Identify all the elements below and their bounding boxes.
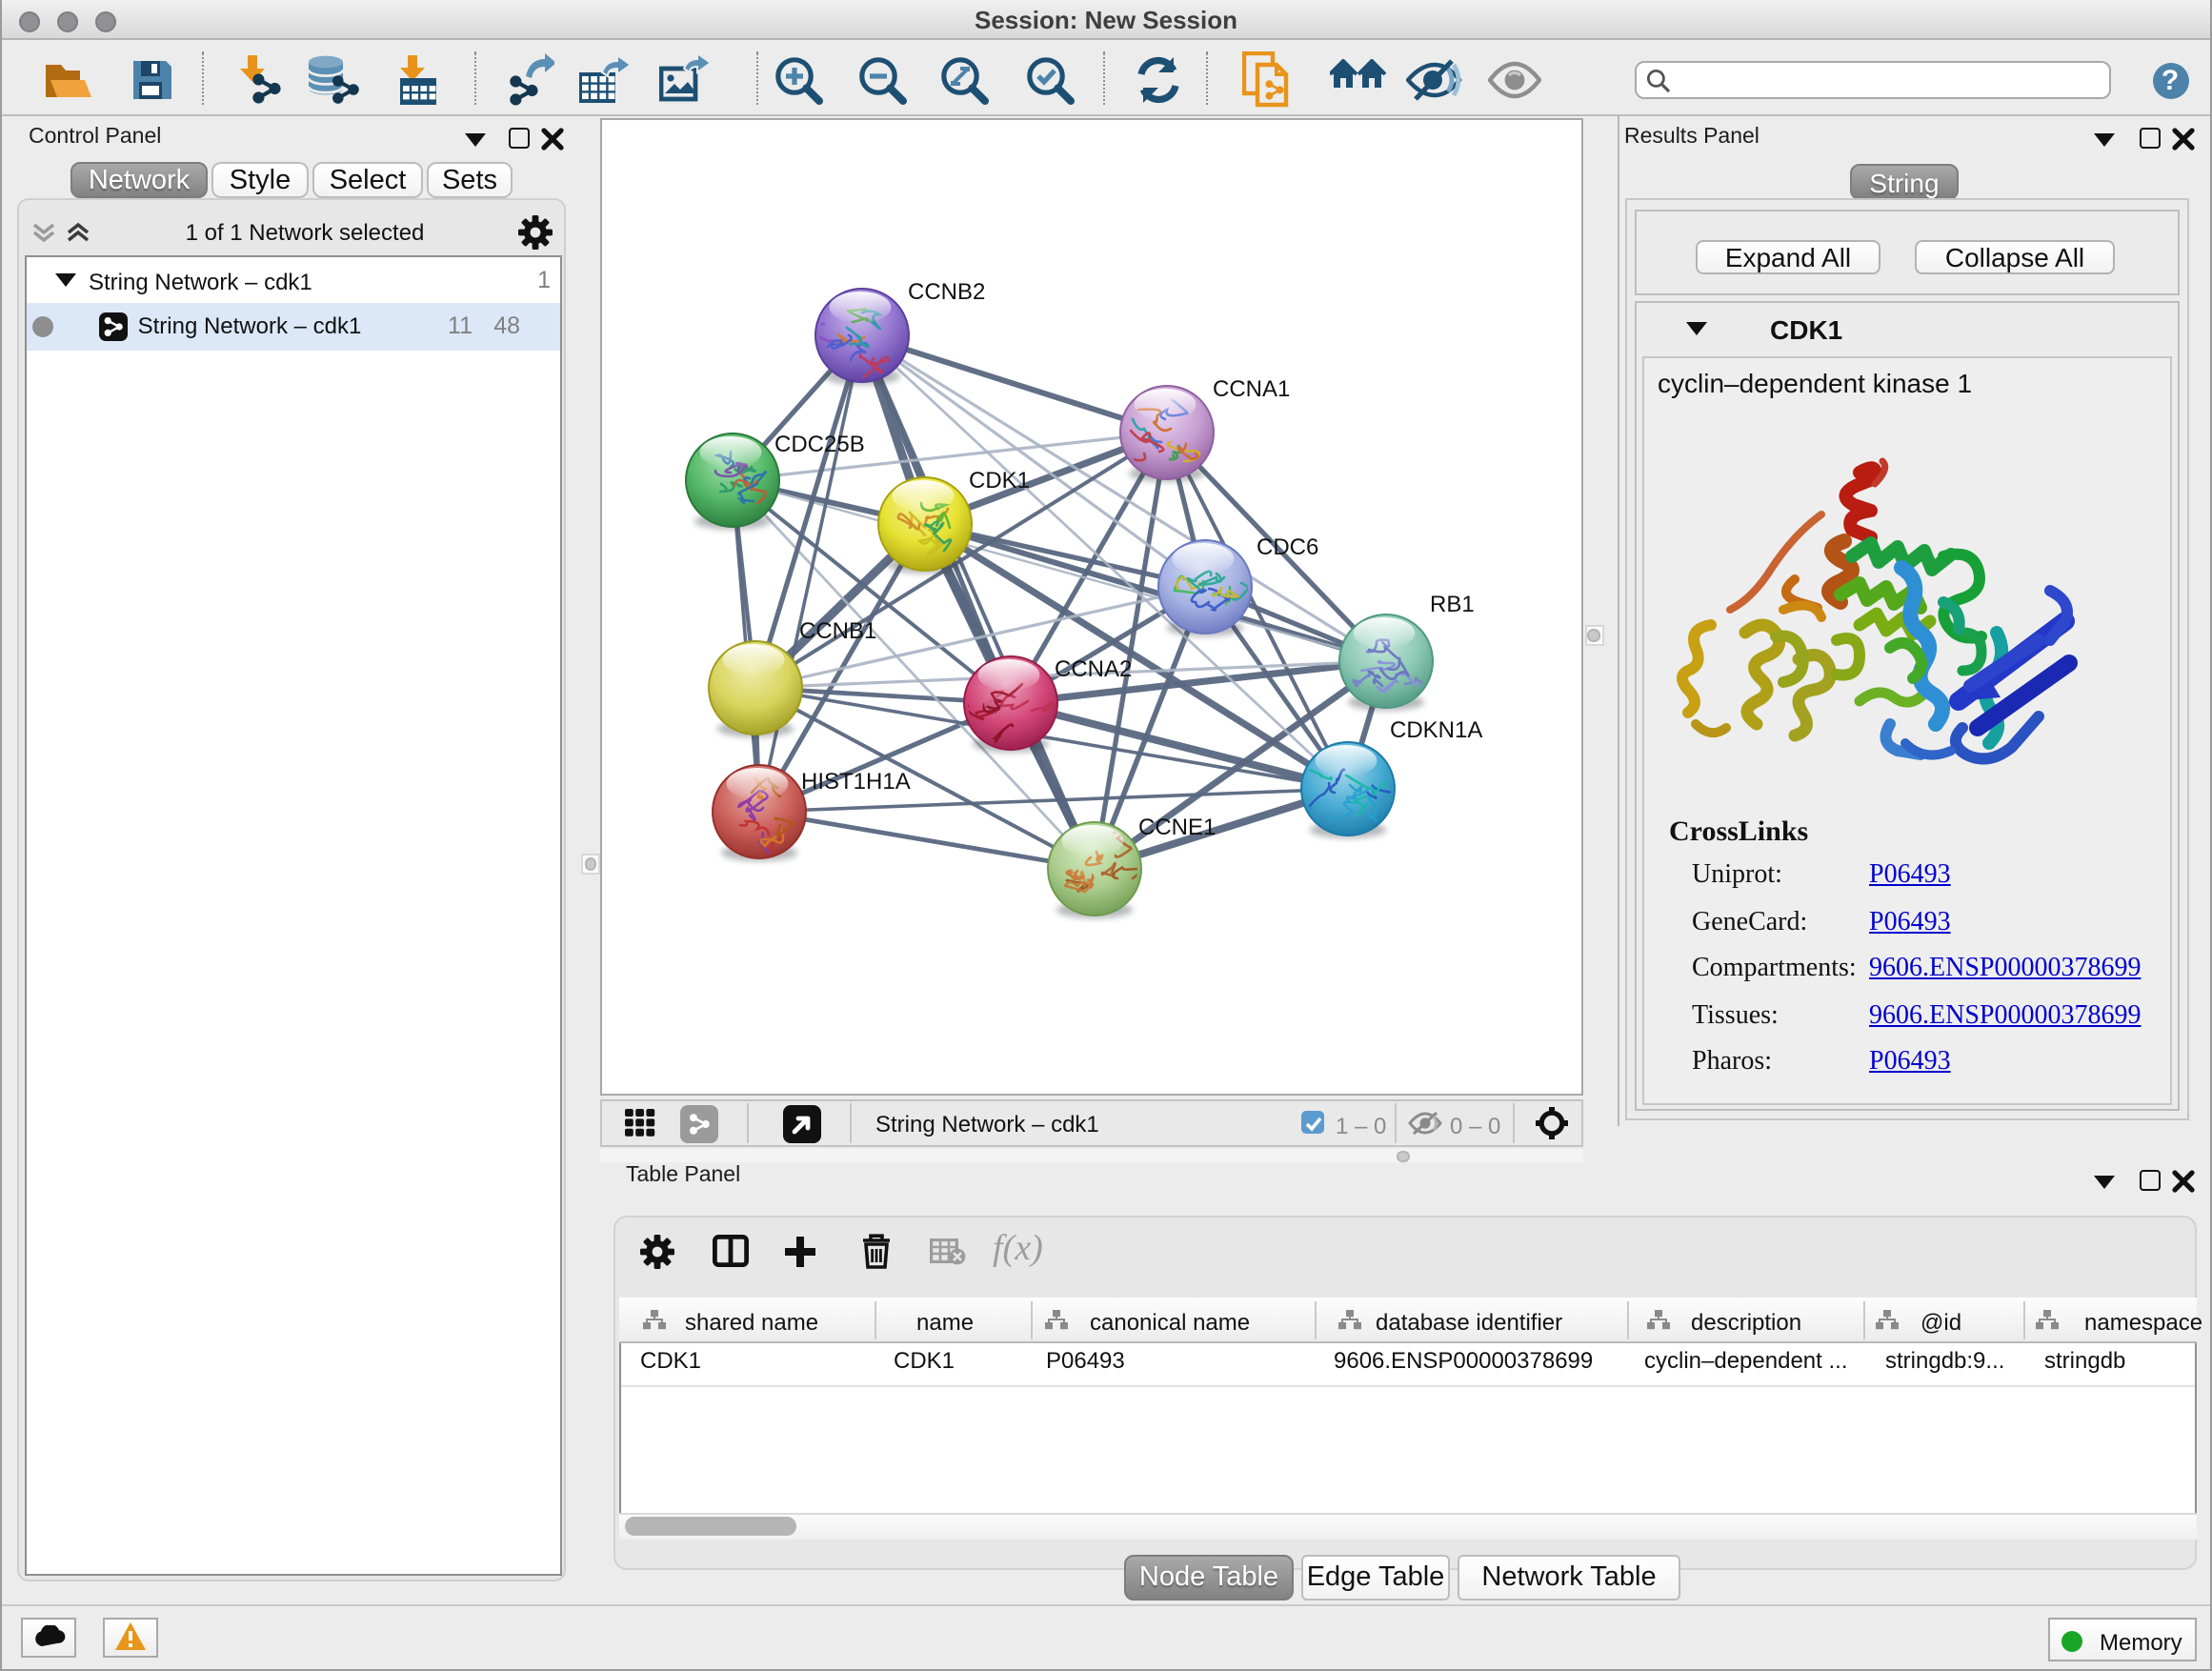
svg-text:CDK1: CDK1 xyxy=(968,468,1029,493)
svg-text:CDC6: CDC6 xyxy=(1256,534,1317,560)
svg-text:CDC25B: CDC25B xyxy=(774,432,864,457)
svg-text:HIST1H1A: HIST1H1A xyxy=(800,769,910,795)
svg-text:RB1: RB1 xyxy=(1429,592,1474,617)
svg-text:CCNE1: CCNE1 xyxy=(1137,815,1215,840)
svg-text:CDKN1A: CDKN1A xyxy=(1389,717,1481,743)
svg-text:CCNA2: CCNA2 xyxy=(1054,656,1131,682)
svg-text:CCNA1: CCNA1 xyxy=(1212,376,1289,402)
svg-text:CCNB1: CCNB1 xyxy=(798,618,875,644)
svg-text:CCNB2: CCNB2 xyxy=(907,279,984,305)
